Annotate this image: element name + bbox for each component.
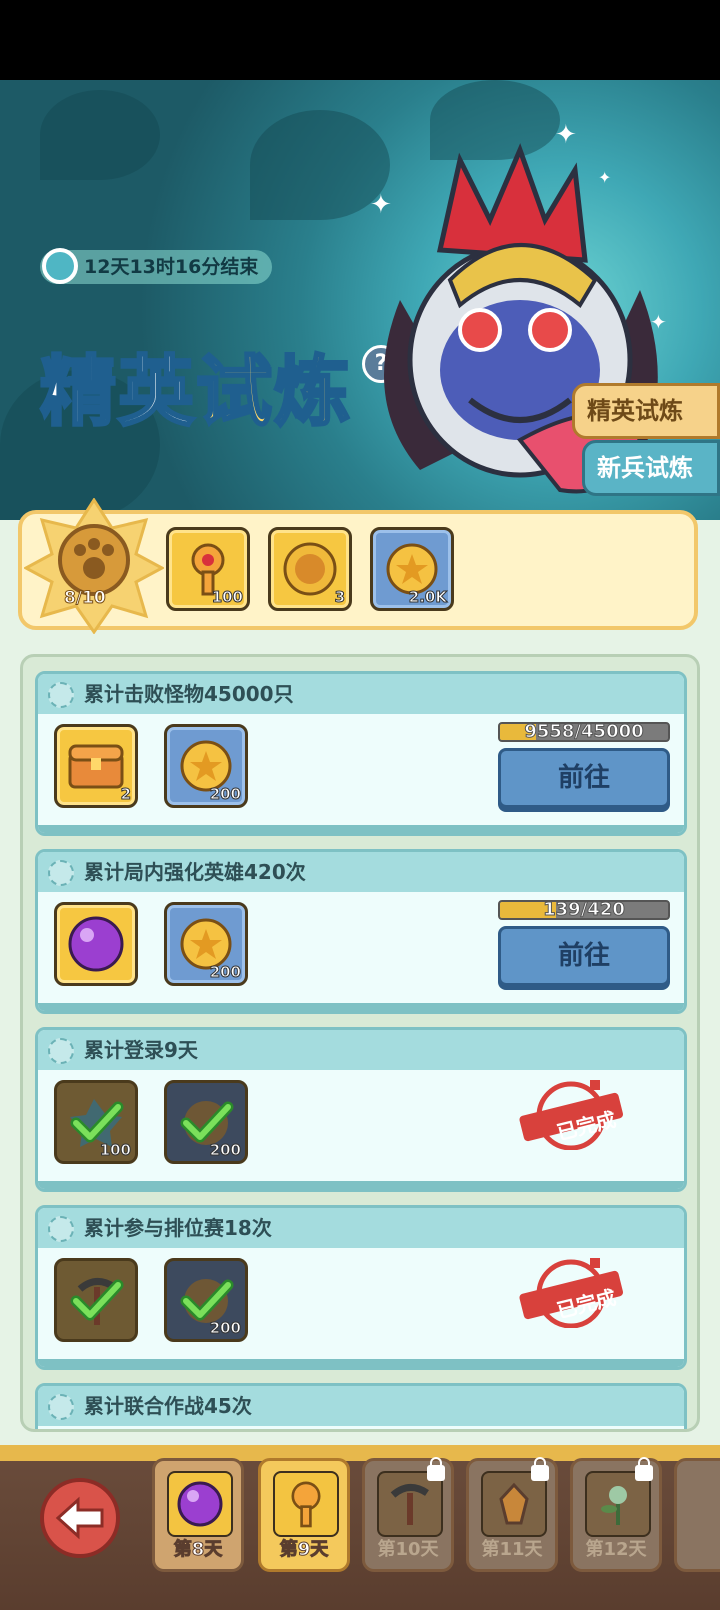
task-list[interactable]: 累计击败怪物45000只 2 200 9558/45000 前往 累计局内强化英… bbox=[20, 654, 700, 1432]
task-title: 累计联合作战45次 bbox=[84, 1394, 252, 1418]
reward-item[interactable]: 2.0K bbox=[370, 527, 454, 611]
lock-icon bbox=[427, 1457, 445, 1481]
timer-text: 12天13时16分结束 bbox=[84, 256, 259, 278]
task-header: 累计击败怪物45000只 bbox=[38, 674, 684, 714]
day-label: 第12天 bbox=[585, 1539, 647, 1560]
tab-recruit-trial[interactable]: 新兵试炼 bbox=[582, 440, 720, 496]
title-part2: 试炼 bbox=[195, 346, 352, 438]
event-timer: 12天13时16分结束 bbox=[40, 248, 273, 284]
task-title: 累计参与排位赛18次 bbox=[84, 1216, 272, 1240]
task-card: 累计局内强化英雄420次 200 139/420 前往 bbox=[35, 849, 687, 1014]
tab-elite-trial[interactable]: 精英试炼 bbox=[572, 383, 720, 439]
item-count: 200 bbox=[209, 1141, 241, 1160]
flower-icon bbox=[48, 1038, 74, 1064]
task-header: 累计联合作战45次 bbox=[38, 1386, 684, 1426]
golden-key-icon bbox=[291, 1481, 321, 1528]
claimed-reward-item: 100 bbox=[54, 1080, 138, 1164]
item-count: 200 bbox=[209, 785, 241, 804]
lock-icon bbox=[635, 1457, 653, 1481]
status-bar bbox=[0, 0, 720, 80]
claimed-reward-item: 200 bbox=[164, 1080, 248, 1164]
purple-orb-icon bbox=[177, 1481, 223, 1527]
day-label: 第10天 bbox=[377, 1539, 439, 1560]
day-label: 第8天 bbox=[173, 1539, 223, 1561]
treasure-chest-icon bbox=[68, 744, 124, 789]
lock-icon bbox=[531, 1457, 549, 1481]
event-title: 精英试炼 bbox=[39, 330, 352, 440]
task-progress-bar: 9558/45000 bbox=[498, 722, 670, 742]
task-header: 累计登录9天 bbox=[38, 1030, 684, 1070]
reward-item[interactable]: 200 bbox=[164, 724, 248, 808]
progress-text: 9558/45000 bbox=[524, 722, 644, 742]
progress-text: 139/420 bbox=[543, 900, 626, 920]
day-tab-12[interactable]: 第12天 bbox=[570, 1457, 662, 1572]
flower-icon bbox=[48, 1216, 74, 1242]
reward-item[interactable]: 200 bbox=[164, 902, 248, 986]
day-label: 第11天 bbox=[481, 1539, 543, 1560]
medal-progress: 8/10 bbox=[64, 588, 107, 609]
task-header: 累计参与排位赛18次 bbox=[38, 1208, 684, 1248]
claimed-reward-item: 200 bbox=[164, 1258, 248, 1342]
clock-icon bbox=[42, 248, 78, 284]
reward-item[interactable]: 100 bbox=[166, 527, 250, 611]
reward-item[interactable]: 2 bbox=[54, 724, 138, 808]
day-tab-11[interactable]: 第11天 bbox=[466, 1457, 558, 1572]
task-progress-bar: 139/420 bbox=[498, 900, 670, 920]
task-title: 累计局内强化英雄420次 bbox=[84, 860, 306, 884]
task-title: 累计登录9天 bbox=[84, 1038, 198, 1062]
item-count: 200 bbox=[209, 963, 241, 982]
task-card: 累计参与排位赛18次 200 已完成 bbox=[35, 1205, 687, 1370]
leaf-decoration bbox=[40, 90, 160, 180]
item-count: 100 bbox=[211, 588, 243, 607]
item-count: 2 bbox=[120, 785, 131, 804]
paw-medal-icon[interactable] bbox=[24, 498, 164, 634]
title-part1: 精英 bbox=[39, 346, 196, 438]
go-button[interactable]: 前往 bbox=[498, 748, 670, 808]
day-tab-8[interactable]: 第8天 bbox=[152, 1458, 244, 1572]
task-header: 累计局内强化英雄420次 bbox=[38, 852, 684, 892]
reward-item[interactable]: 3 bbox=[268, 527, 352, 611]
item-count: 200 bbox=[209, 1319, 241, 1338]
task-title: 累计击败怪物45000只 bbox=[84, 682, 294, 706]
plant-icon bbox=[601, 1486, 627, 1525]
crystal-icon bbox=[499, 1482, 529, 1525]
task-card: 累计击败怪物45000只 2 200 9558/45000 前往 bbox=[35, 671, 687, 836]
day-tab-10[interactable]: 第10天 bbox=[362, 1457, 454, 1572]
gold-emblem-icon bbox=[283, 542, 337, 596]
task-card: 累计联合作战45次 bbox=[35, 1383, 687, 1429]
reward-item[interactable] bbox=[54, 902, 138, 986]
item-count: 2.0K bbox=[408, 588, 447, 607]
back-arrow-icon bbox=[55, 1496, 104, 1540]
go-button[interactable]: 前往 bbox=[498, 926, 670, 986]
item-count: 100 bbox=[99, 1141, 131, 1160]
day-tab-9[interactable]: 第9天 bbox=[258, 1458, 350, 1572]
pickaxe-icon bbox=[390, 1484, 429, 1525]
flower-icon bbox=[48, 860, 74, 886]
flower-icon bbox=[48, 1394, 74, 1420]
flower-icon bbox=[48, 682, 74, 708]
claimed-reward-item bbox=[54, 1258, 138, 1342]
item-count: 3 bbox=[334, 588, 345, 607]
back-button[interactable] bbox=[40, 1478, 120, 1558]
day-tab-next[interactable] bbox=[674, 1458, 720, 1572]
checkmark-icon bbox=[70, 1278, 124, 1325]
purple-orb-icon bbox=[68, 916, 124, 972]
day-label: 第9天 bbox=[279, 1539, 329, 1561]
task-card: 累计登录9天 100 200 已完成 bbox=[35, 1027, 687, 1192]
